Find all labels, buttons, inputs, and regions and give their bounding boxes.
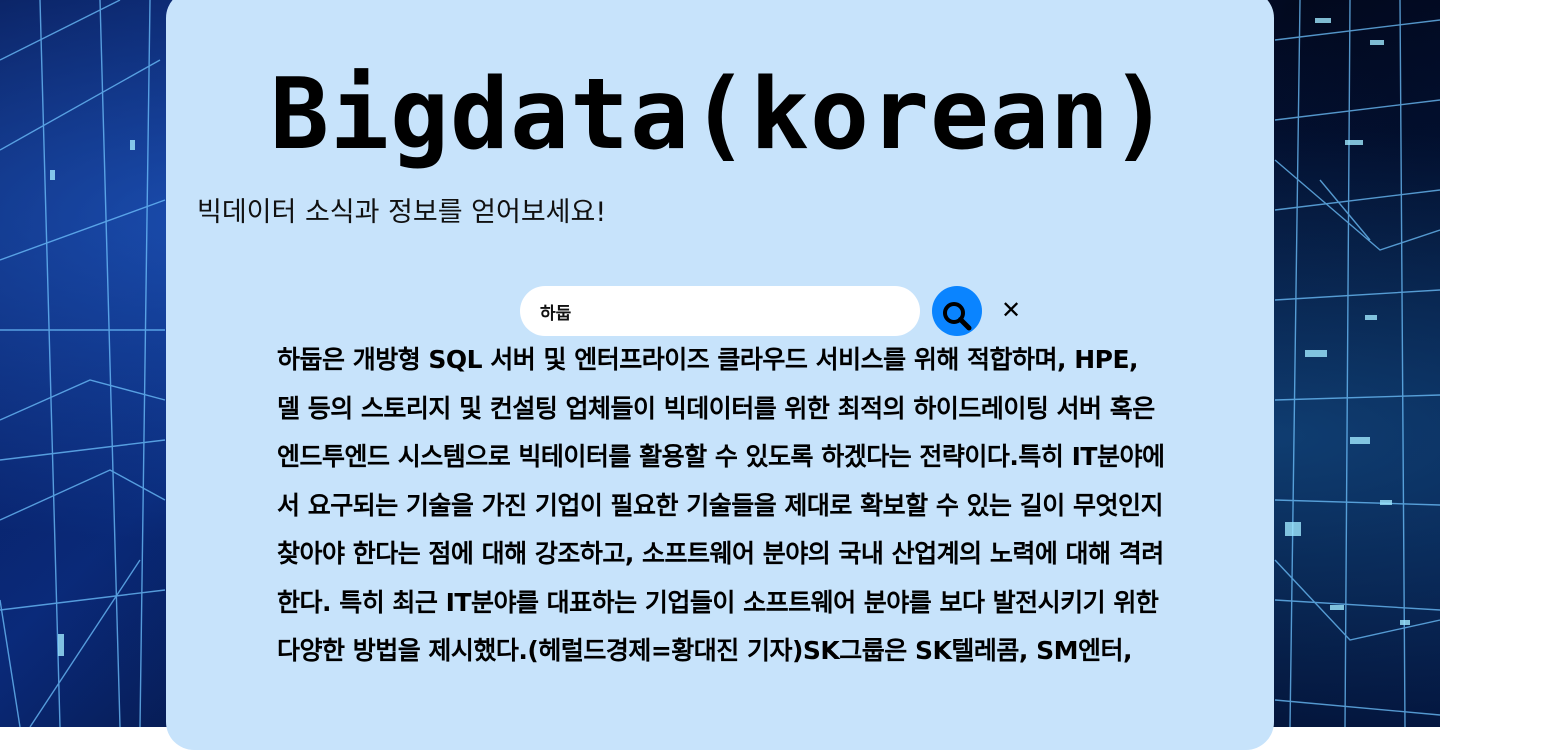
search-input[interactable] bbox=[520, 286, 920, 336]
main-card: Bigdata(korean) 빅데이터 소식과 정보를 얻어보세요! ✕ 하둡… bbox=[166, 0, 1274, 750]
page-subtitle: 빅데이터 소식과 정보를 얻어보세요! bbox=[197, 197, 607, 228]
search-result-text: 하둡은 개방형 SQL 서버 및 엔터프라이즈 클라우드 서비스를 위해 적합하… bbox=[277, 345, 1165, 665]
clear-search-button[interactable]: ✕ bbox=[996, 295, 1026, 325]
search-icon bbox=[943, 301, 972, 330]
search-button[interactable] bbox=[932, 286, 982, 336]
page-title: Bigdata(korean) bbox=[269, 58, 1170, 172]
